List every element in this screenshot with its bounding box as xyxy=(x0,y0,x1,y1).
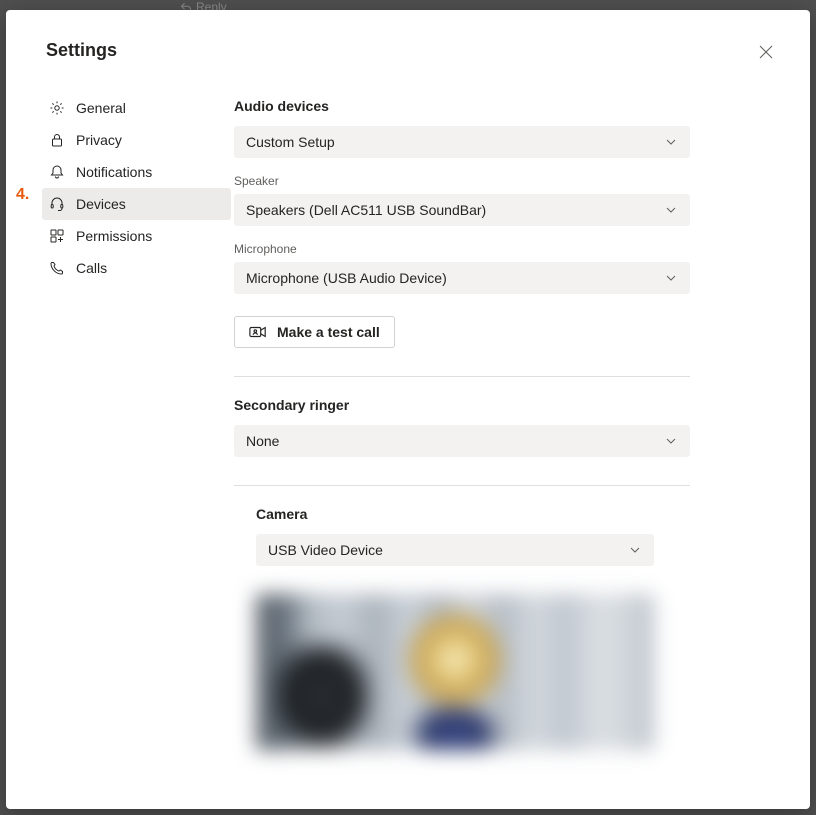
sidebar-item-label: Permissions xyxy=(76,228,152,244)
bell-icon xyxy=(48,163,66,181)
headset-icon xyxy=(48,195,66,213)
chevron-down-icon xyxy=(664,135,678,149)
section-divider xyxy=(234,485,690,486)
chevron-down-icon xyxy=(664,203,678,217)
chevron-down-icon xyxy=(628,543,642,557)
select-value: Microphone (USB Audio Device) xyxy=(246,270,447,286)
app-icon xyxy=(48,227,66,245)
sidebar-item-general[interactable]: General xyxy=(42,92,231,124)
select-value: None xyxy=(246,433,279,449)
settings-sidebar: General Privacy Notifications Devices xyxy=(6,92,231,789)
sidebar-item-label: Privacy xyxy=(76,132,122,148)
section-divider xyxy=(234,376,690,377)
sidebar-item-devices[interactable]: Devices xyxy=(42,188,231,220)
gear-icon xyxy=(48,99,66,117)
dialog-header: Settings xyxy=(6,40,810,92)
secondary-ringer-title: Secondary ringer xyxy=(234,397,690,413)
dialog-title: Settings xyxy=(46,40,117,61)
sidebar-item-calls[interactable]: Calls xyxy=(42,252,231,284)
settings-content: Audio devices Custom Setup Speaker Speak… xyxy=(231,92,810,789)
chevron-down-icon xyxy=(664,271,678,285)
close-button[interactable] xyxy=(754,40,778,64)
audio-devices-title: Audio devices xyxy=(234,98,690,114)
sidebar-item-label: General xyxy=(76,100,126,116)
speaker-select[interactable]: Speakers (Dell AC511 USB SoundBar) xyxy=(234,194,690,226)
secondary-ringer-select[interactable]: None xyxy=(234,425,690,457)
test-call-icon xyxy=(249,324,267,340)
button-label: Make a test call xyxy=(277,324,380,340)
phone-icon xyxy=(48,259,66,277)
sidebar-item-privacy[interactable]: Privacy xyxy=(42,124,231,156)
sidebar-item-label: Calls xyxy=(76,260,107,276)
speaker-label: Speaker xyxy=(234,174,690,188)
sidebar-item-label: Devices xyxy=(76,196,126,212)
camera-preview-shadow xyxy=(272,641,372,750)
camera-select[interactable]: USB Video Device xyxy=(256,534,654,566)
make-test-call-button[interactable]: Make a test call xyxy=(234,316,395,348)
dialog-body: General Privacy Notifications Devices xyxy=(6,92,810,789)
select-value: Speakers (Dell AC511 USB SoundBar) xyxy=(246,202,486,218)
sidebar-item-permissions[interactable]: Permissions xyxy=(42,220,231,252)
camera-preview xyxy=(256,594,654,750)
lock-icon xyxy=(48,131,66,149)
chevron-down-icon xyxy=(664,434,678,448)
camera-title: Camera xyxy=(256,506,690,522)
sidebar-item-label: Notifications xyxy=(76,164,152,180)
select-value: USB Video Device xyxy=(268,542,383,558)
select-value: Custom Setup xyxy=(246,134,335,150)
microphone-select[interactable]: Microphone (USB Audio Device) xyxy=(234,262,690,294)
audio-setup-select[interactable]: Custom Setup xyxy=(234,126,690,158)
step-annotation: 4. xyxy=(16,186,29,204)
settings-dialog: Settings General Privacy xyxy=(6,10,810,809)
close-icon xyxy=(759,45,773,59)
sidebar-item-notifications[interactable]: Notifications xyxy=(42,156,231,188)
microphone-label: Microphone xyxy=(234,242,690,256)
